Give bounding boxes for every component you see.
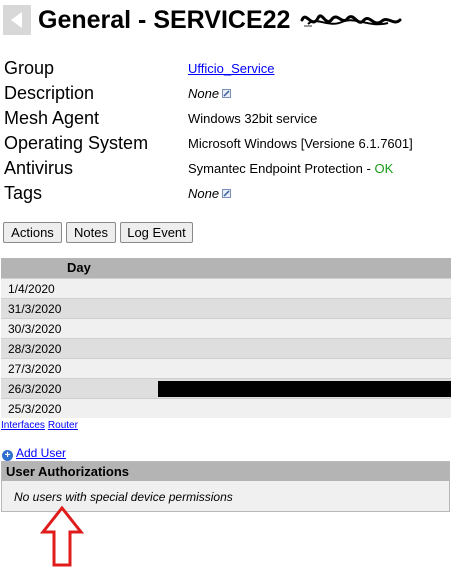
- notes-button[interactable]: Notes: [66, 222, 116, 243]
- description-value: None: [188, 86, 232, 101]
- tags-value: None: [188, 186, 232, 201]
- row-date: 31/3/2020: [8, 302, 62, 316]
- router-link[interactable]: Router: [48, 420, 78, 431]
- table-row[interactable]: 30/3/2020: [1, 318, 451, 338]
- redaction-scribble: [300, 14, 402, 27]
- row-date: 27/3/2020: [8, 362, 62, 376]
- back-button[interactable]: [3, 5, 31, 35]
- edit-tags-icon[interactable]: [222, 189, 232, 198]
- tags-label: Tags: [4, 183, 43, 203]
- table-row[interactable]: 25/3/2020: [1, 398, 451, 418]
- os-label: Operating System: [4, 133, 149, 153]
- user-authorizations-title: User Authorizations: [6, 464, 130, 479]
- antivirus-name: Symantec Endpoint Protection: [188, 161, 363, 176]
- page-title: General - SERVICE22: [38, 6, 291, 34]
- row-date: 1/4/2020: [8, 282, 55, 296]
- row-date: 26/3/2020: [8, 382, 62, 396]
- edit-description-icon[interactable]: [222, 89, 232, 98]
- mesh-agent-value: Windows 32bit service: [188, 111, 318, 126]
- table-header: Day: [1, 258, 451, 278]
- add-user-link[interactable]: Add User: [16, 446, 66, 460]
- annotation-up-arrow-icon: [40, 505, 84, 567]
- table-row[interactable]: 28/3/2020: [1, 338, 451, 358]
- mesh-agent-label: Mesh Agent: [4, 108, 100, 128]
- table-row[interactable]: 1/4/2020: [1, 278, 451, 298]
- tags-text: None: [188, 186, 220, 201]
- day-column-header: Day: [67, 260, 91, 275]
- interfaces-link[interactable]: Interfaces: [1, 420, 45, 431]
- row-date: 28/3/2020: [8, 342, 62, 356]
- os-value: Microsoft Windows [Versione 6.1.7601]: [188, 136, 413, 151]
- row-date: 25/3/2020: [8, 402, 62, 416]
- antivirus-status: OK: [374, 161, 394, 176]
- row-date: 30/3/2020: [8, 322, 62, 336]
- antivirus-label: Antivirus: [4, 158, 74, 178]
- description-label: Description: [4, 83, 95, 103]
- add-user-button[interactable]: + Add User: [2, 446, 66, 461]
- table-row[interactable]: 31/3/2020: [1, 298, 451, 318]
- redaction-bar: [158, 381, 451, 397]
- log-event-button[interactable]: Log Event: [120, 222, 193, 243]
- table-row[interactable]: 27/3/2020: [1, 358, 451, 378]
- view-links: Interfaces Router: [1, 420, 81, 431]
- back-arrow-icon: [11, 12, 22, 28]
- description-text: None: [188, 86, 220, 101]
- user-authorizations-header: User Authorizations: [2, 462, 449, 481]
- no-users-message: No users with special device permissions: [14, 490, 233, 504]
- group-label: Group: [4, 58, 55, 78]
- antivirus-value: Symantec Endpoint Protection - OK: [188, 161, 393, 176]
- actions-button[interactable]: Actions: [3, 222, 62, 243]
- add-icon: +: [2, 450, 13, 461]
- group-link[interactable]: Ufficio_Service: [188, 61, 274, 76]
- group-value: Ufficio_Service: [188, 61, 274, 76]
- antivirus-separator: -: [362, 161, 375, 176]
